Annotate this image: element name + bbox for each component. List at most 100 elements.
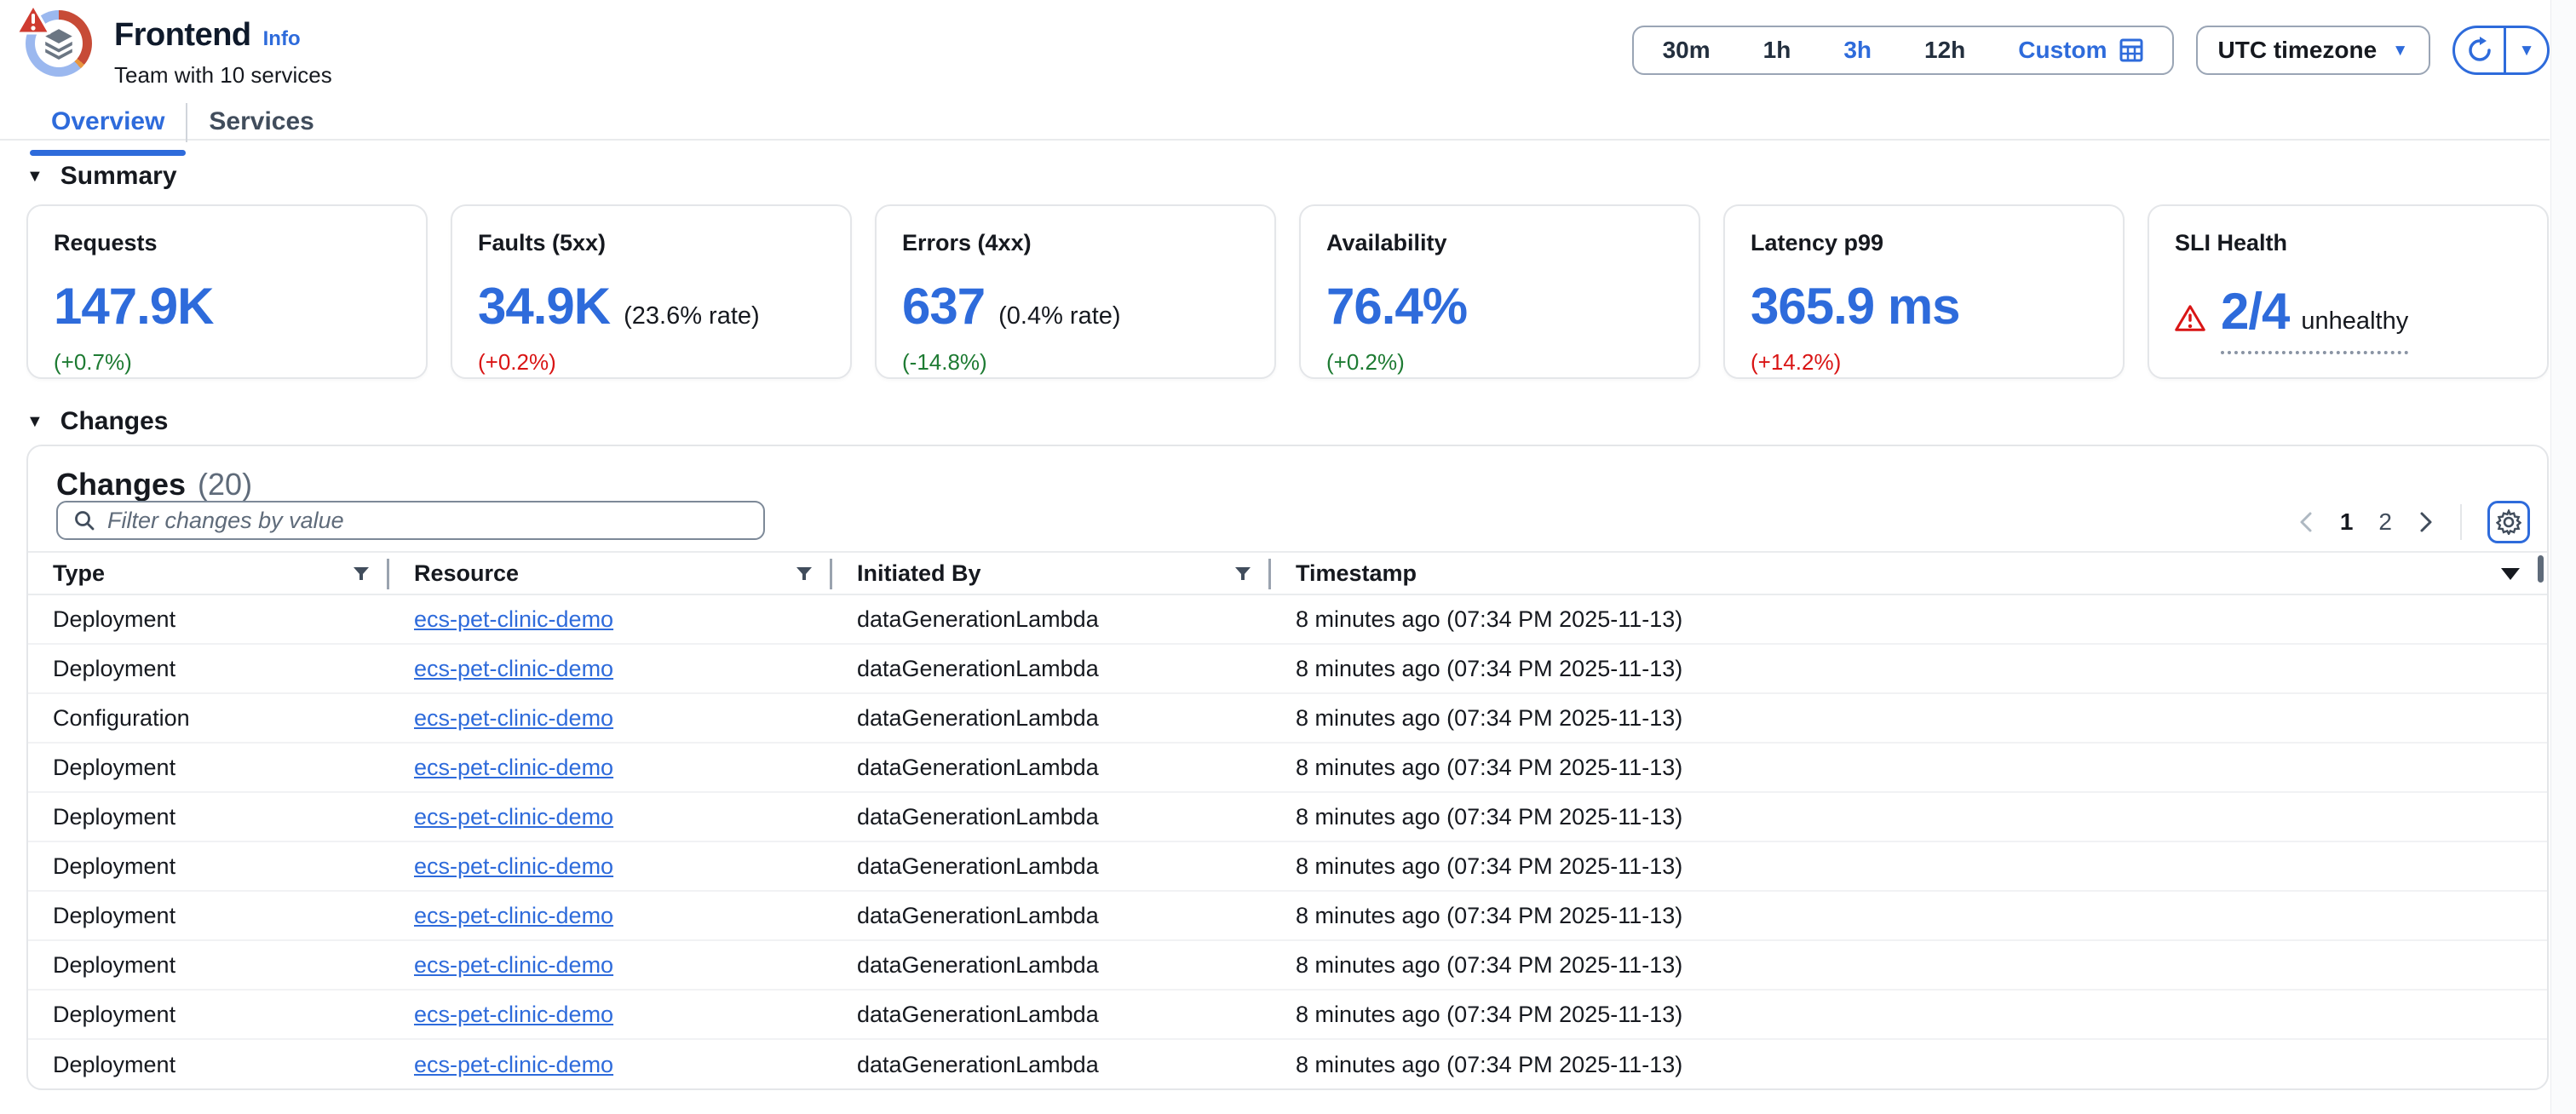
timestamp-cell: 8 minutes ago (07:34 PM 2025-11-13)	[1271, 1052, 2547, 1078]
timestamp-cell: 8 minutes ago (07:34 PM 2025-11-13)	[1271, 952, 2547, 979]
page-1-button[interactable]: 1	[2340, 508, 2354, 536]
availability-delta: (+0.2%)	[1326, 349, 1673, 376]
initiated-by-cell: dataGenerationLambda	[832, 952, 1271, 979]
table-settings-button[interactable]	[2487, 501, 2530, 543]
faults-card: Faults (5xx) 34.9K (23.6% rate) (+0.2%)	[451, 204, 852, 379]
refresh-button[interactable]	[2455, 28, 2506, 72]
search-icon	[73, 509, 95, 531]
resource-link[interactable]: ecs-pet-clinic-demo	[414, 705, 613, 731]
range-1h[interactable]: 1h	[1763, 37, 1791, 64]
card-title: SLI Health	[2175, 230, 2521, 256]
requests-card: Requests 147.9K (+0.7%)	[26, 204, 428, 379]
team-logo	[26, 10, 92, 77]
table-row[interactable]: Deployment ecs-pet-clinic-demo dataGener…	[28, 941, 2547, 991]
range-12h[interactable]: 12h	[1924, 37, 1965, 64]
type-cell: Deployment	[28, 656, 389, 682]
time-range-group: 30m 1h 3h 12h Custom	[1632, 26, 2174, 75]
resource-link[interactable]: ecs-pet-clinic-demo	[414, 606, 613, 632]
page-2-button[interactable]: 2	[2378, 508, 2392, 536]
errors-delta: (-14.8%)	[902, 349, 1249, 376]
resource-link[interactable]: ecs-pet-clinic-demo	[414, 656, 613, 681]
page-title: Frontend	[114, 17, 251, 54]
tabs-divider-line	[0, 139, 2550, 141]
pager-divider	[2460, 504, 2462, 540]
table-header-row: Type Resource Initiated By Timestamp	[28, 551, 2547, 595]
range-30m[interactable]: 30m	[1663, 37, 1711, 64]
page-scrollbar-track[interactable]	[2550, 0, 2576, 1114]
column-label: Type	[53, 560, 105, 587]
column-label: Resource	[414, 560, 519, 587]
initiated-by-cell: dataGenerationLambda	[832, 705, 1271, 732]
collapse-triangle-icon: ▼	[26, 412, 43, 432]
refresh-split-button: ▼	[2452, 26, 2550, 75]
summary-section-toggle[interactable]: ▼ Summary	[26, 162, 177, 191]
column-label: Initiated By	[857, 560, 981, 587]
initiated-by-cell: dataGenerationLambda	[832, 606, 1271, 633]
column-header-initiated-by[interactable]: Initiated By	[832, 553, 1271, 594]
summary-section-title: Summary	[60, 162, 177, 191]
timestamp-cell: 8 minutes ago (07:34 PM 2025-11-13)	[1271, 903, 2547, 929]
table-row[interactable]: Deployment ecs-pet-clinic-demo dataGener…	[28, 1040, 2547, 1089]
table-row[interactable]: Deployment ecs-pet-clinic-demo dataGener…	[28, 793, 2547, 842]
resource-link[interactable]: ecs-pet-clinic-demo	[414, 755, 613, 780]
chevron-down-icon: ▼	[2519, 43, 2535, 59]
resource-link[interactable]: ecs-pet-clinic-demo	[414, 1002, 613, 1027]
type-cell: Deployment	[28, 1052, 389, 1078]
initiated-by-cell: dataGenerationLambda	[832, 1002, 1271, 1028]
resource-link[interactable]: ecs-pet-clinic-demo	[414, 1052, 613, 1077]
faults-rate: (23.6% rate)	[624, 302, 760, 330]
requests-delta: (+0.7%)	[54, 349, 400, 376]
initiated-by-cell: dataGenerationLambda	[832, 853, 1271, 880]
table-scrollbar-thumb[interactable]	[2538, 555, 2544, 583]
table-row[interactable]: Deployment ecs-pet-clinic-demo dataGener…	[28, 842, 2547, 892]
latency-delta: (+14.2%)	[1751, 349, 2097, 376]
resource-link[interactable]: ecs-pet-clinic-demo	[414, 853, 613, 879]
resource-link[interactable]: ecs-pet-clinic-demo	[414, 903, 613, 928]
column-header-timestamp[interactable]: Timestamp	[1271, 553, 2547, 594]
refresh-menu-button[interactable]: ▼	[2506, 28, 2547, 72]
previous-page-icon[interactable]	[2297, 510, 2314, 534]
filter-funnel-icon[interactable]	[352, 566, 371, 583]
table-row[interactable]: Deployment ecs-pet-clinic-demo dataGener…	[28, 645, 2547, 694]
sort-caret-icon[interactable]	[2499, 565, 2521, 583]
table-row[interactable]: Deployment ecs-pet-clinic-demo dataGener…	[28, 595, 2547, 645]
table-row[interactable]: Deployment ecs-pet-clinic-demo dataGener…	[28, 744, 2547, 793]
resource-link[interactable]: ecs-pet-clinic-demo	[414, 804, 613, 830]
chevron-down-icon: ▼	[2392, 43, 2408, 59]
resource-link[interactable]: ecs-pet-clinic-demo	[414, 952, 613, 978]
timestamp-cell: 8 minutes ago (07:34 PM 2025-11-13)	[1271, 656, 2547, 682]
type-cell: Deployment	[28, 903, 389, 929]
page-subtitle: Team with 10 services	[114, 62, 332, 89]
type-cell: Deployment	[28, 1002, 389, 1028]
timestamp-cell: 8 minutes ago (07:34 PM 2025-11-13)	[1271, 853, 2547, 880]
range-custom[interactable]: Custom	[2018, 37, 2142, 64]
table-row[interactable]: Configuration ecs-pet-clinic-demo dataGe…	[28, 694, 2547, 744]
column-header-resource[interactable]: Resource	[389, 553, 832, 594]
filter-input[interactable]: Filter changes by value	[56, 501, 765, 540]
faults-value: 34.9K	[478, 277, 610, 336]
changes-panel-title: Changes (20)	[56, 467, 252, 502]
errors-value: 637	[902, 277, 985, 336]
sli-status-label: unhealthy	[2301, 307, 2408, 336]
type-cell: Deployment	[28, 853, 389, 880]
table-row[interactable]: Deployment ecs-pet-clinic-demo dataGener…	[28, 991, 2547, 1040]
summary-cards: Requests 147.9K (+0.7%) Faults (5xx) 34.…	[26, 204, 2549, 379]
timestamp-cell: 8 minutes ago (07:34 PM 2025-11-13)	[1271, 705, 2547, 732]
custom-range-label: Custom	[2018, 37, 2107, 64]
changes-title-text: Changes	[56, 467, 186, 502]
range-3h-selected[interactable]: 3h	[1843, 37, 1872, 64]
table-row[interactable]: Deployment ecs-pet-clinic-demo dataGener…	[28, 892, 2547, 941]
info-link[interactable]: Info	[263, 27, 301, 51]
tab-overview[interactable]: Overview	[30, 100, 186, 153]
errors-card: Errors (4xx) 637 (0.4% rate) (-14.8%)	[875, 204, 1276, 379]
timezone-select[interactable]: UTC timezone ▼	[2196, 26, 2431, 75]
tab-services[interactable]: Services	[187, 100, 335, 153]
filter-funnel-icon[interactable]	[795, 566, 814, 583]
initiated-by-cell: dataGenerationLambda	[832, 656, 1271, 682]
column-header-type[interactable]: Type	[28, 553, 389, 594]
timestamp-cell: 8 minutes ago (07:34 PM 2025-11-13)	[1271, 755, 2547, 781]
next-page-icon[interactable]	[2418, 510, 2435, 534]
filter-funnel-icon[interactable]	[1233, 566, 1252, 583]
changes-section-toggle[interactable]: ▼ Changes	[26, 407, 169, 436]
sli-health-link[interactable]: 2/4 unhealthy	[2221, 282, 2408, 354]
